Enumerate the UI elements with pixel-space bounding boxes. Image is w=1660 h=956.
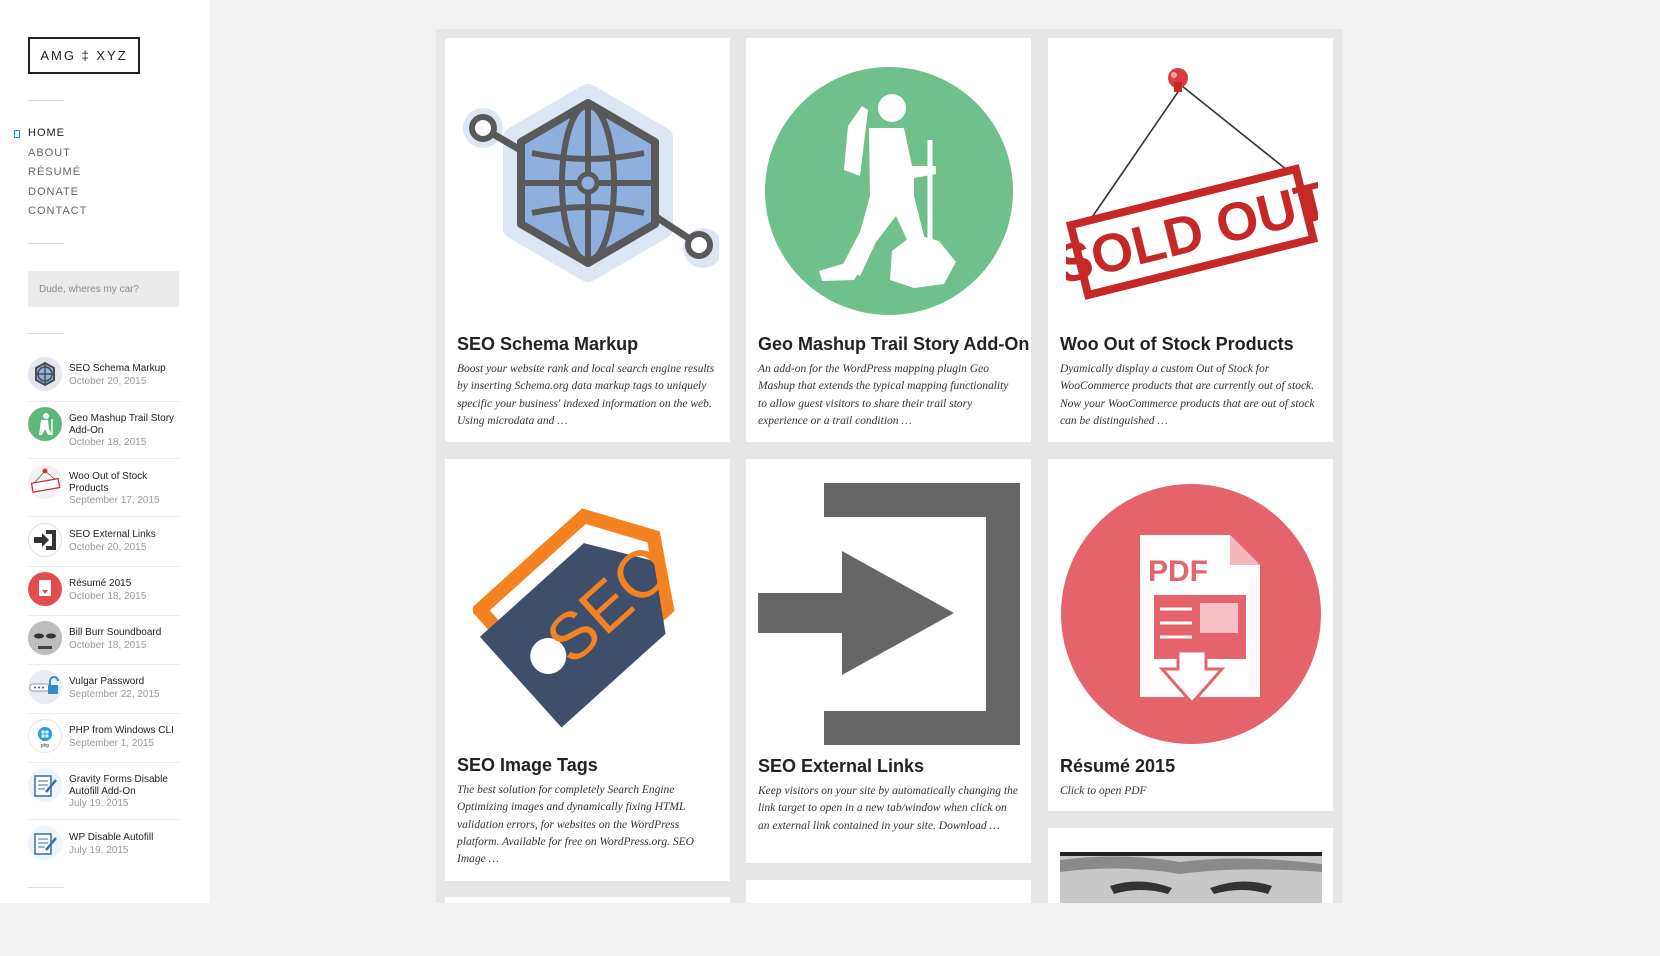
divider <box>28 887 64 888</box>
recent-post-item[interactable]: SEO Schema Markup October 20, 2015 <box>28 357 180 402</box>
search-input[interactable] <box>28 271 179 307</box>
sold-out-sign-icon: SOLD OUT <box>1066 68 1318 300</box>
recent-post-date: September 1, 2015 <box>69 737 155 749</box>
recent-post-title: Vulgar Password <box>69 676 145 687</box>
post-card[interactable]: SEO External Links Keep visitors on your… <box>746 459 1031 863</box>
page-icon <box>14 130 20 138</box>
post-excerpt: The best solution for completely Search … <box>457 784 694 866</box>
seo-tag-icon: SEO <box>473 508 685 728</box>
recent-post-item[interactable]: php PHP from Windows CLI September 1, 201… <box>28 719 180 763</box>
post-excerpt: Click to open PDF <box>1060 785 1147 797</box>
recent-post-title: SEO Schema Markup <box>69 363 166 374</box>
recent-post-item[interactable]: Woo Out of Stock Products September 17, 2… <box>28 465 180 517</box>
recent-post-date: July 19, 2015 <box>69 844 129 856</box>
recent-post-date: September 22, 2015 <box>69 688 160 700</box>
recent-post-title: Woo Out of Stock Products <box>69 471 148 494</box>
form-edit-icon <box>28 826 62 860</box>
external-link-icon <box>28 523 62 557</box>
recent-post-item[interactable]: SEO External Links October 20, 2015 <box>28 523 180 567</box>
post-card[interactable]: Geo Mashup Trail Story Add-On An add-on … <box>746 38 1031 442</box>
post-card[interactable]: PDF Résumé 2015 Click to open PDF <box>1048 459 1333 811</box>
form-edit-icon <box>28 768 62 802</box>
recent-post-title: SEO External Links <box>69 529 156 540</box>
post-title[interactable]: Woo Out of Stock Products <box>1060 334 1294 355</box>
recent-post-date: October 20, 2015 <box>69 375 147 387</box>
windows-php-icon: php <box>28 719 62 753</box>
recent-post-item[interactable]: Gravity Forms Disable Autofill Add-On Jul… <box>28 768 180 820</box>
recent-post-date: October 18, 2015 <box>69 639 147 651</box>
divider <box>28 100 64 101</box>
post-title[interactable]: Résumé 2015 <box>1060 756 1175 777</box>
pdf-text: PDF <box>1148 555 1208 588</box>
post-card[interactable] <box>445 897 730 903</box>
password-icon <box>28 670 62 704</box>
recent-post-title: Résumé 2015 <box>69 578 132 589</box>
svg-text:php: php <box>41 743 50 749</box>
recent-post-item[interactable]: Geo Mashup Trail Story Add-On October 18,… <box>28 407 180 459</box>
sold-out-text: SOLD OUT <box>1066 170 1318 296</box>
face-photo-icon <box>1060 852 1322 903</box>
divider <box>28 333 64 334</box>
sold-out-icon <box>28 465 62 499</box>
globe-icon <box>28 357 62 391</box>
post-title[interactable]: SEO Image Tags <box>457 755 598 776</box>
recent-post-title: Bill Burr Soundboard <box>69 627 162 638</box>
recent-post-date: October 20, 2015 <box>69 541 147 553</box>
recent-post-title: PHP from Windows CLI <box>69 725 174 736</box>
post-card[interactable]: SEO SEO Image Tags The best solution for… <box>445 459 730 881</box>
recent-post-date: October 18, 2015 <box>69 590 147 602</box>
post-card[interactable]: SOLD OUT Woo Out of Stock Products Dyami… <box>1048 38 1333 442</box>
nav-item-home[interactable]: HOME <box>14 124 87 144</box>
post-excerpt: Boost your website rank and local search… <box>457 363 715 427</box>
post-excerpt: Dyamically display a custom Out of Stock… <box>1060 363 1315 427</box>
recent-post-item[interactable]: Vulgar Password September 22, 2015 <box>28 670 180 714</box>
main-nav: HOME ABOUT RÉSUMÉ DONATE CONTACT <box>14 124 87 222</box>
face-icon <box>28 621 62 655</box>
post-card[interactable] <box>1048 828 1333 903</box>
sidebar: AMG ‡ XYZ HOME ABOUT RÉSUMÉ DONATE CONTA… <box>0 0 210 903</box>
divider <box>28 243 64 244</box>
post-title[interactable]: SEO Schema Markup <box>457 334 638 355</box>
external-link-icon <box>758 483 1020 745</box>
nav-item-contact[interactable]: CONTACT <box>28 202 87 222</box>
recent-post-title: WP Disable Autofill <box>69 832 154 843</box>
post-excerpt: Keep visitors on your site by automatica… <box>758 785 1018 832</box>
recent-post-title: Gravity Forms Disable Autofill Add-On <box>69 774 168 797</box>
post-title[interactable]: Geo Mashup Trail Story Add-On <box>758 334 1029 355</box>
nav-item-donate[interactable]: DONATE <box>28 183 87 203</box>
pdf-download-icon: PDF <box>1061 484 1321 744</box>
recent-post-title: Geo Mashup Trail Story Add-On <box>69 413 175 436</box>
nav-item-resume[interactable]: RÉSUMÉ <box>28 163 87 183</box>
nav-item-about[interactable]: ABOUT <box>28 144 87 164</box>
pdf-icon <box>28 572 62 606</box>
post-title[interactable]: SEO External Links <box>758 756 924 777</box>
hiker-icon <box>765 67 1013 315</box>
schema-globe-icon <box>463 84 719 282</box>
post-card[interactable]: SEO Schema Markup Boost your website ran… <box>445 38 730 442</box>
post-card[interactable] <box>746 880 1031 903</box>
nav-item-label: HOME <box>28 127 65 139</box>
post-excerpt: An add-on for the WordPress mapping plug… <box>758 363 1009 427</box>
recent-post-item[interactable]: Bill Burr Soundboard October 18, 2015 <box>28 621 180 665</box>
hiker-icon <box>28 407 62 441</box>
recent-post-date: October 18, 2015 <box>69 437 147 448</box>
recent-post-item[interactable]: WP Disable Autofill July 19, 2015 <box>28 826 180 870</box>
recent-post-item[interactable]: Résumé 2015 October 18, 2015 <box>28 572 180 616</box>
recent-post-date: July 19, 2015 <box>69 798 129 809</box>
recent-post-date: September 17, 2015 <box>69 495 160 506</box>
site-logo[interactable]: AMG ‡ XYZ <box>28 37 140 74</box>
